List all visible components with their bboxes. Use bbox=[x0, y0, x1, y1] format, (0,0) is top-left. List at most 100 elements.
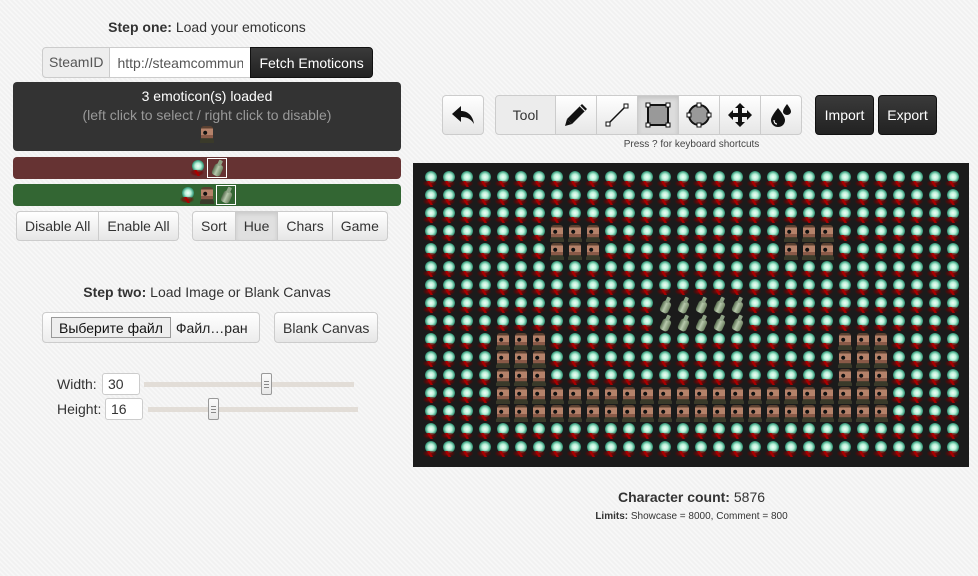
canvas-cell-glow[interactable] bbox=[710, 224, 728, 242]
canvas-cell-face[interactable] bbox=[782, 386, 800, 404]
canvas-cell-glow[interactable] bbox=[746, 332, 764, 350]
canvas-cell-glow[interactable] bbox=[764, 314, 782, 332]
canvas-cell-glow[interactable] bbox=[602, 260, 620, 278]
canvas-cell-bottle[interactable] bbox=[728, 296, 746, 314]
canvas-cell-glow[interactable] bbox=[710, 260, 728, 278]
canvas-cell-glow[interactable] bbox=[872, 278, 890, 296]
canvas-cell-glow[interactable] bbox=[692, 440, 710, 458]
canvas-cell-glow[interactable] bbox=[854, 188, 872, 206]
canvas-cell-glow[interactable] bbox=[890, 440, 908, 458]
canvas-cell-glow[interactable] bbox=[440, 170, 458, 188]
width-input[interactable] bbox=[102, 373, 140, 395]
canvas-cell-face[interactable] bbox=[584, 224, 602, 242]
canvas-cell-glow[interactable] bbox=[512, 314, 530, 332]
canvas-cell-glow[interactable] bbox=[512, 224, 530, 242]
canvas-cell-face[interactable] bbox=[800, 242, 818, 260]
canvas-cell-glow[interactable] bbox=[530, 206, 548, 224]
canvas-cell-glow[interactable] bbox=[638, 350, 656, 368]
canvas-cell-glow[interactable] bbox=[782, 350, 800, 368]
canvas-cell-glow[interactable] bbox=[926, 170, 944, 188]
canvas-cell-glow[interactable] bbox=[764, 440, 782, 458]
canvas-cell-glow[interactable] bbox=[422, 188, 440, 206]
canvas-cell-glow[interactable] bbox=[548, 350, 566, 368]
canvas-cell-glow[interactable] bbox=[440, 260, 458, 278]
canvas-cell-face[interactable] bbox=[872, 350, 890, 368]
canvas-cell-face[interactable] bbox=[620, 386, 638, 404]
canvas-cell-glow[interactable] bbox=[800, 206, 818, 224]
canvas-cell-face[interactable] bbox=[530, 332, 548, 350]
canvas-cell-glow[interactable] bbox=[656, 368, 674, 386]
canvas-cell-face[interactable] bbox=[584, 404, 602, 422]
canvas-cell-glow[interactable] bbox=[476, 422, 494, 440]
canvas-cell-glow[interactable] bbox=[728, 440, 746, 458]
canvas-cell-glow[interactable] bbox=[440, 188, 458, 206]
canvas-cell-glow[interactable] bbox=[422, 260, 440, 278]
export-button[interactable]: Export bbox=[878, 95, 937, 135]
canvas-cell-glow[interactable] bbox=[602, 278, 620, 296]
canvas-cell-glow[interactable] bbox=[872, 440, 890, 458]
canvas-cell-glow[interactable] bbox=[710, 206, 728, 224]
canvas-cell-glow[interactable] bbox=[818, 332, 836, 350]
canvas-cell-glow[interactable] bbox=[602, 440, 620, 458]
canvas-cell-glow[interactable] bbox=[584, 296, 602, 314]
canvas-cell-glow[interactable] bbox=[458, 440, 476, 458]
canvas-cell-glow[interactable] bbox=[782, 440, 800, 458]
canvas-cell-glow[interactable] bbox=[908, 422, 926, 440]
canvas-cell-face[interactable] bbox=[530, 404, 548, 422]
canvas-cell-glow[interactable] bbox=[890, 422, 908, 440]
canvas-cell-face[interactable] bbox=[836, 350, 854, 368]
canvas-cell-glow[interactable] bbox=[818, 206, 836, 224]
canvas-cell-face[interactable] bbox=[854, 386, 872, 404]
canvas-cell-glow[interactable] bbox=[728, 188, 746, 206]
canvas-cell-glow[interactable] bbox=[674, 170, 692, 188]
canvas-cell-glow[interactable] bbox=[800, 170, 818, 188]
canvas-cell-glow[interactable] bbox=[818, 314, 836, 332]
canvas-cell-glow[interactable] bbox=[800, 422, 818, 440]
canvas-cell-glow[interactable] bbox=[674, 440, 692, 458]
canvas-cell-glow[interactable] bbox=[476, 368, 494, 386]
canvas-cell-bottle[interactable] bbox=[656, 296, 674, 314]
canvas-cell-glow[interactable] bbox=[458, 206, 476, 224]
canvas-cell-glow[interactable] bbox=[494, 224, 512, 242]
canvas-cell-glow[interactable] bbox=[890, 188, 908, 206]
canvas-cell-glow[interactable] bbox=[638, 188, 656, 206]
canvas-cell-glow[interactable] bbox=[620, 350, 638, 368]
canvas-cell-glow[interactable] bbox=[422, 278, 440, 296]
canvas-cell-glow[interactable] bbox=[458, 296, 476, 314]
canvas-cell-glow[interactable] bbox=[440, 332, 458, 350]
canvas-cell-glow[interactable] bbox=[620, 422, 638, 440]
canvas-cell-glow[interactable] bbox=[566, 332, 584, 350]
canvas-cell-glow[interactable] bbox=[926, 332, 944, 350]
canvas-cell-glow[interactable] bbox=[764, 278, 782, 296]
canvas-cell-glow[interactable] bbox=[890, 296, 908, 314]
canvas-cell-glow[interactable] bbox=[656, 170, 674, 188]
canvas-cell-glow[interactable] bbox=[800, 278, 818, 296]
canvas-cell-glow[interactable] bbox=[494, 314, 512, 332]
canvas-cell-glow[interactable] bbox=[638, 242, 656, 260]
canvas-cell-glow[interactable] bbox=[908, 242, 926, 260]
canvas-cell-glow[interactable] bbox=[764, 206, 782, 224]
canvas-cell-glow[interactable] bbox=[476, 188, 494, 206]
canvas-cell-glow[interactable] bbox=[422, 350, 440, 368]
canvas-cell-glow[interactable] bbox=[854, 260, 872, 278]
canvas-cell-face[interactable] bbox=[728, 386, 746, 404]
canvas-cell-glow[interactable] bbox=[566, 170, 584, 188]
canvas-cell-glow[interactable] bbox=[890, 224, 908, 242]
canvas-cell-face[interactable] bbox=[530, 386, 548, 404]
canvas-cell-face[interactable] bbox=[818, 404, 836, 422]
canvas-cell-glow[interactable] bbox=[458, 386, 476, 404]
canvas-cell-glow[interactable] bbox=[422, 422, 440, 440]
canvas-cell-glow[interactable] bbox=[494, 440, 512, 458]
canvas-cell-face[interactable] bbox=[818, 242, 836, 260]
canvas-cell-face[interactable] bbox=[548, 386, 566, 404]
canvas-cell-glow[interactable] bbox=[476, 404, 494, 422]
canvas-cell-face[interactable] bbox=[782, 224, 800, 242]
canvas-cell-face[interactable] bbox=[872, 386, 890, 404]
canvas-cell-glow[interactable] bbox=[638, 368, 656, 386]
bottle-emoticon[interactable] bbox=[216, 185, 236, 205]
canvas-cell-glow[interactable] bbox=[872, 260, 890, 278]
canvas-cell-face[interactable] bbox=[728, 404, 746, 422]
canvas-cell-face[interactable] bbox=[548, 224, 566, 242]
canvas-cell-glow[interactable] bbox=[440, 422, 458, 440]
canvas-cell-glow[interactable] bbox=[692, 332, 710, 350]
